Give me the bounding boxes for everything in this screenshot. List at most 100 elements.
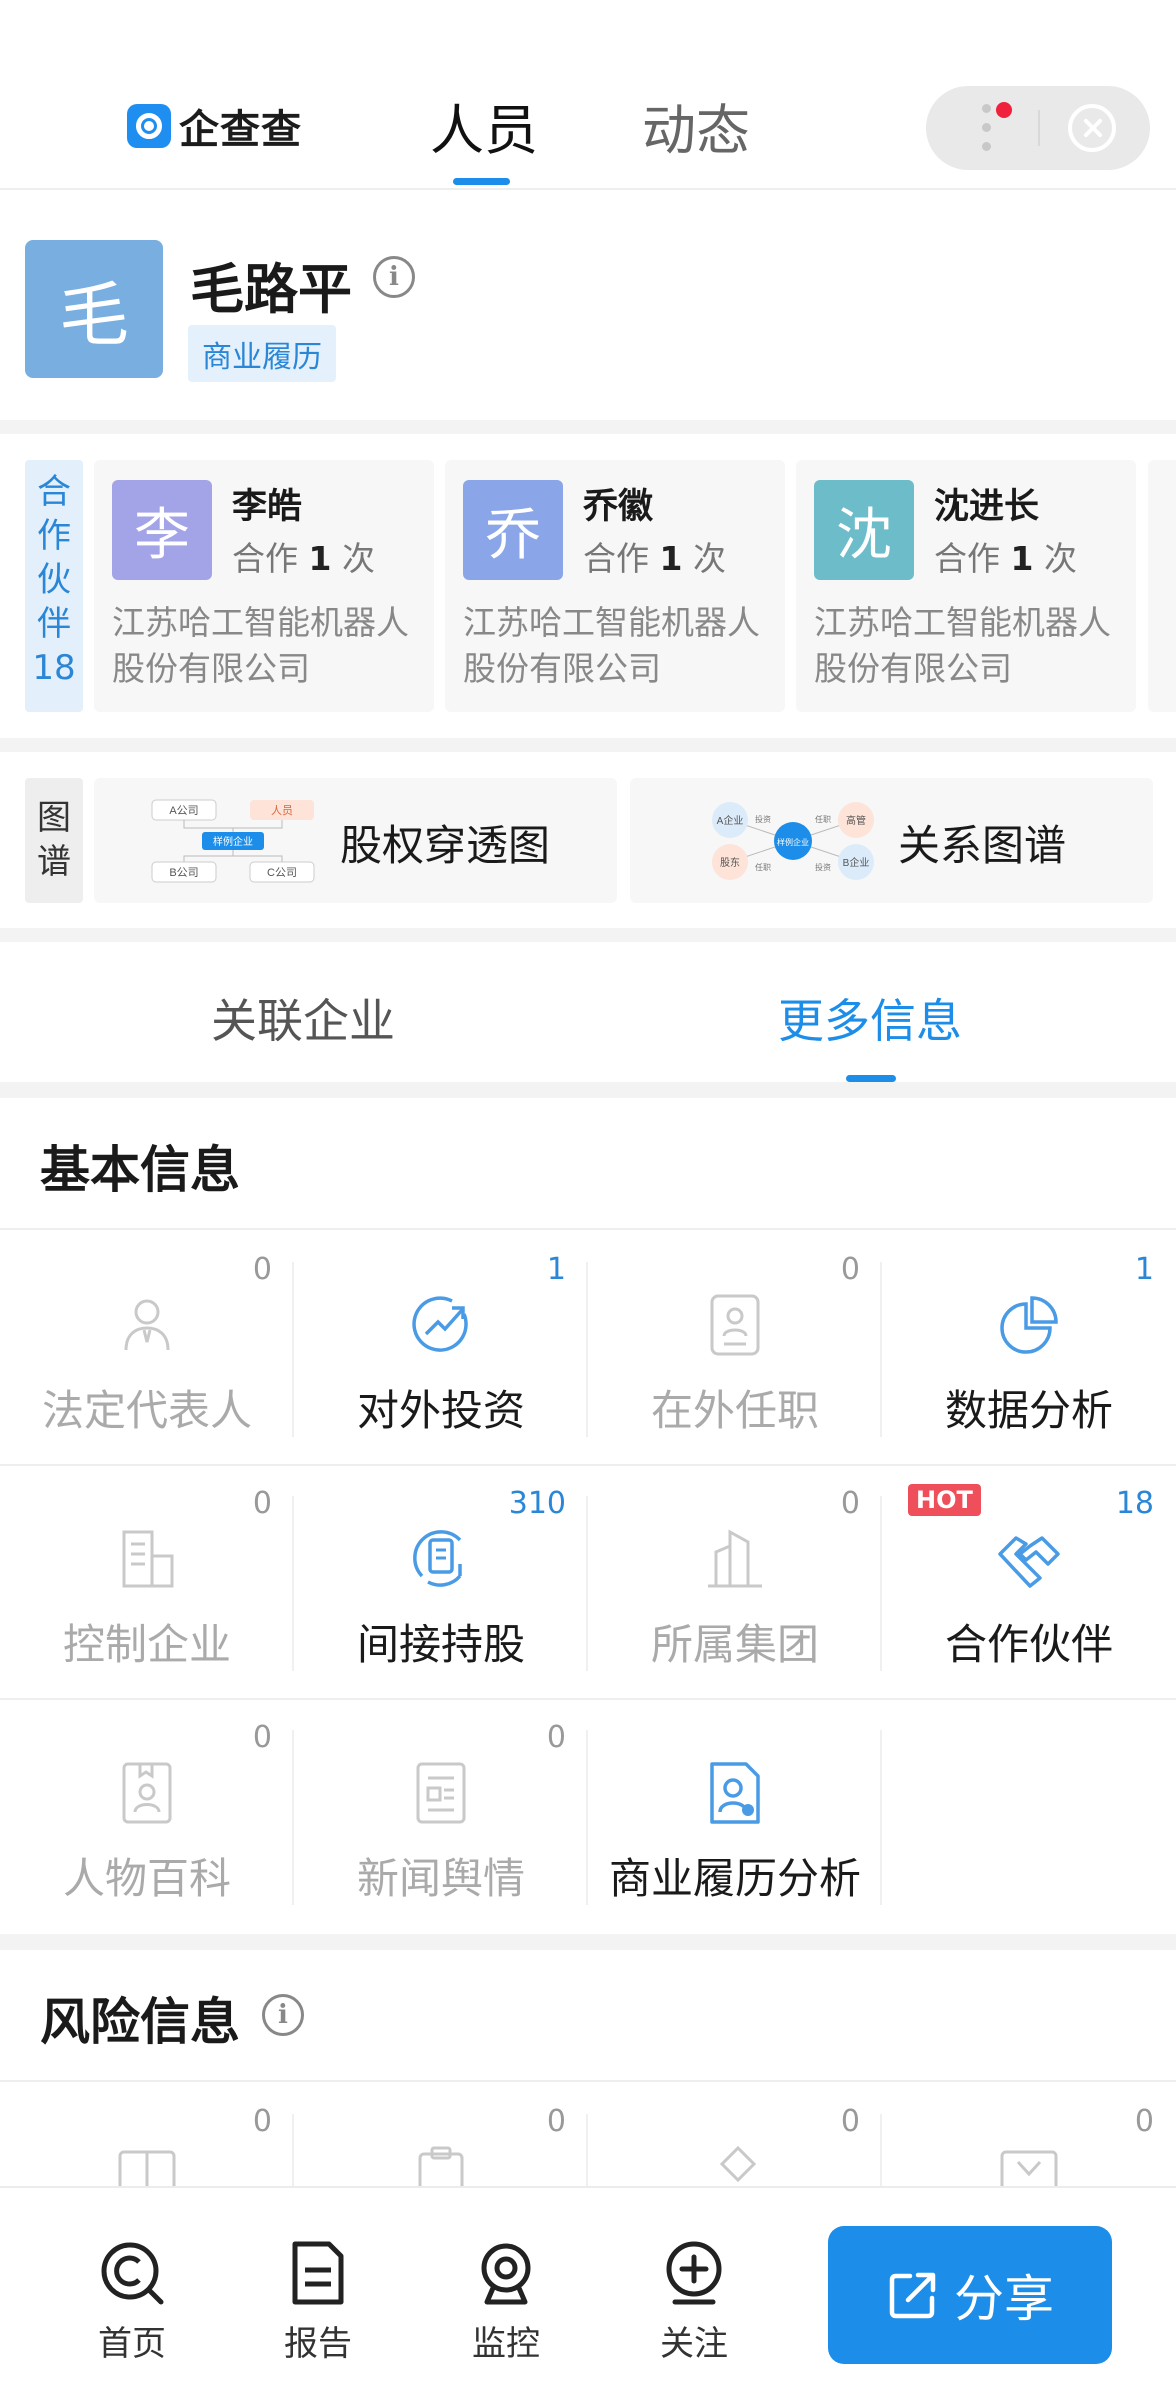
more-menu-icon[interactable] (982, 104, 992, 152)
nav-follow[interactable]: 关注 (634, 2240, 754, 2365)
equity-graph-label: 股权穿透图 (340, 821, 551, 870)
cell-label: 人物百科 (62, 1854, 231, 1903)
tab-dynamics[interactable]: 动态 (642, 86, 750, 165)
cell-label: 控制企业 (62, 1620, 231, 1669)
company-line: 江苏哈工智能机器人 (463, 603, 760, 642)
company-line: 股份有限公司 (463, 649, 661, 688)
section-tab-indicator (846, 1075, 896, 1082)
nav-follow-label: 关注 (660, 2324, 728, 2364)
coop-count: 1 (1010, 539, 1034, 578)
share-button[interactable]: 分享 (828, 2226, 1112, 2364)
partner-coop-count: 合作 1 次 (934, 532, 1077, 580)
cell-count: 0 (840, 2104, 860, 2139)
partner-card-next-peek[interactable] (1148, 460, 1176, 712)
tab-related-companies[interactable]: 关联企业 (211, 985, 395, 1051)
top-header: 企查查 人员 动态 (0, 0, 1176, 190)
partner-card[interactable]: 乔 乔徽 合作 1 次 江苏哈工智能机器人 股份有限公司 (445, 460, 785, 712)
group-icon (708, 1529, 762, 1588)
cell-label: 对外投资 (356, 1386, 525, 1435)
wiki-icon (122, 1762, 172, 1824)
relation-node-a: A企业 (717, 814, 744, 827)
partner-card[interactable]: 沈 沈进长 合作 1 次 江苏哈工智能机器人 股份有限公司 (796, 460, 1136, 712)
partner-coop-count: 合作 1 次 (232, 532, 375, 580)
relation-edge-label: 投资 (755, 814, 771, 824)
equity-node-person: 人员 (271, 804, 293, 817)
mini-program-capsule (926, 86, 1150, 170)
company-line: 股份有限公司 (814, 649, 1012, 688)
cell-label: 在外任职 (650, 1386, 819, 1435)
equity-graph-card[interactable]: A公司 人员 样例企业 B公司 C公司 股权穿透图 (94, 778, 617, 903)
divider-band (0, 928, 1176, 942)
info-icon[interactable]: i (373, 256, 415, 298)
relation-node-holder: 股东 (720, 856, 740, 869)
person-name: 毛路平 (190, 258, 352, 321)
cell-count: 0 (1134, 2104, 1154, 2139)
capsule-divider (1038, 110, 1040, 146)
app-logo: 企查查 (127, 97, 302, 155)
grid-cell-controlled-companies[interactable]: 0 控制企业 (0, 1466, 294, 1699)
partner-coop-count: 合作 1 次 (583, 532, 726, 580)
investment-icon (412, 1296, 468, 1352)
partner-name: 乔徽 (583, 487, 654, 527)
divider-band (0, 420, 1176, 434)
grid-cell-investment[interactable]: 1 对外投资 (294, 1232, 588, 1465)
cell-count: 0 (252, 2104, 272, 2139)
grid-cell-position[interactable]: 0 在外任职 (588, 1232, 882, 1465)
close-icon[interactable] (1068, 104, 1116, 152)
tab-people[interactable]: 人员 (430, 86, 538, 165)
grid-cell-news[interactable]: 0 新闻舆情 (294, 1700, 588, 1933)
partners-count: 18 (32, 648, 76, 688)
nav-monitor[interactable]: 监控 (446, 2240, 566, 2365)
partner-avatar: 乔 (463, 480, 563, 580)
equity-node-a: A公司 (169, 805, 198, 817)
grid-cell-group[interactable]: 0 所属集团 (588, 1466, 882, 1699)
grid-cell-indirect-holding[interactable]: 310 间接持股 (294, 1466, 588, 1699)
cell-label: 数据分析 (944, 1386, 1113, 1435)
business-resume-tag[interactable]: 商业履历 (188, 325, 336, 382)
equity-node-center: 样例企业 (213, 835, 253, 848)
nav-report-label: 报告 (284, 2324, 352, 2364)
relation-edge-label: 任职 (755, 862, 771, 872)
partner-card[interactable]: 李 李皓 合作 1 次 江苏哈工智能机器人 股份有限公司 (94, 460, 434, 712)
company-line: 江苏哈工智能机器人 (814, 603, 1111, 642)
equity-graph-thumbnail: A公司 人员 样例企业 B公司 C公司 (151, 799, 315, 883)
cell-count: 0 (252, 1486, 272, 1521)
cell-label: 间接持股 (356, 1620, 525, 1669)
equity-node-c: C公司 (267, 867, 297, 879)
company-line: 股份有限公司 (112, 649, 310, 688)
grid-cell-legal-rep[interactable]: 0 法定代表人 (0, 1232, 294, 1465)
relation-graph-card[interactable]: A企业 高管 股东 B企业 投资 任职 任职 投资 样例企业 关系图谱 (630, 778, 1153, 903)
partner-avatar: 沈 (814, 480, 914, 580)
monitor-icon (481, 2243, 531, 2305)
grid-cell-partners[interactable]: HOT 18 合作伙伴 (882, 1466, 1176, 1699)
grid-cell-resume-analysis[interactable]: 商业履历分析 (588, 1700, 882, 1933)
nav-monitor-label: 监控 (472, 2324, 540, 2364)
nav-report[interactable]: 报告 (258, 2240, 378, 2365)
position-icon (710, 1294, 760, 1356)
partner-name: 李皓 (232, 487, 303, 527)
cell-label: 所属集团 (650, 1620, 819, 1669)
cell-count: 1 (1134, 1252, 1154, 1287)
partners-label[interactable]: 合 作 伙 伴 18 (25, 460, 83, 712)
cell-count: 0 (840, 1486, 860, 1521)
cell-count: 0 (546, 2104, 566, 2139)
divider-line (0, 1228, 1176, 1230)
info-icon[interactable]: i (262, 1994, 304, 2036)
partners-label-char: 作 (37, 516, 71, 556)
report-icon (292, 2241, 344, 2305)
graphs-label-char: 谱 (37, 842, 71, 882)
nav-home[interactable]: 首页 (72, 2240, 192, 2365)
cell-count: 18 (1115, 1486, 1154, 1521)
section-title-risk: 风险信息 (40, 1993, 240, 2051)
coop-count: 1 (659, 539, 683, 578)
tab-more-info[interactable]: 更多信息 (778, 985, 962, 1051)
relation-edge-label: 投资 (815, 862, 831, 872)
news-icon (416, 1762, 466, 1824)
coop-suffix: 次 (341, 539, 375, 578)
grid-cell-data-analysis[interactable]: 1 数据分析 (882, 1232, 1176, 1465)
partner-company: 江苏哈工智能机器人 股份有限公司 (814, 600, 1134, 692)
coop-prefix: 合作 (583, 539, 649, 578)
avatar: 毛 (25, 240, 163, 378)
grid-cell-wiki[interactable]: 0 人物百科 (0, 1700, 294, 1933)
hot-badge: HOT (908, 1484, 981, 1516)
